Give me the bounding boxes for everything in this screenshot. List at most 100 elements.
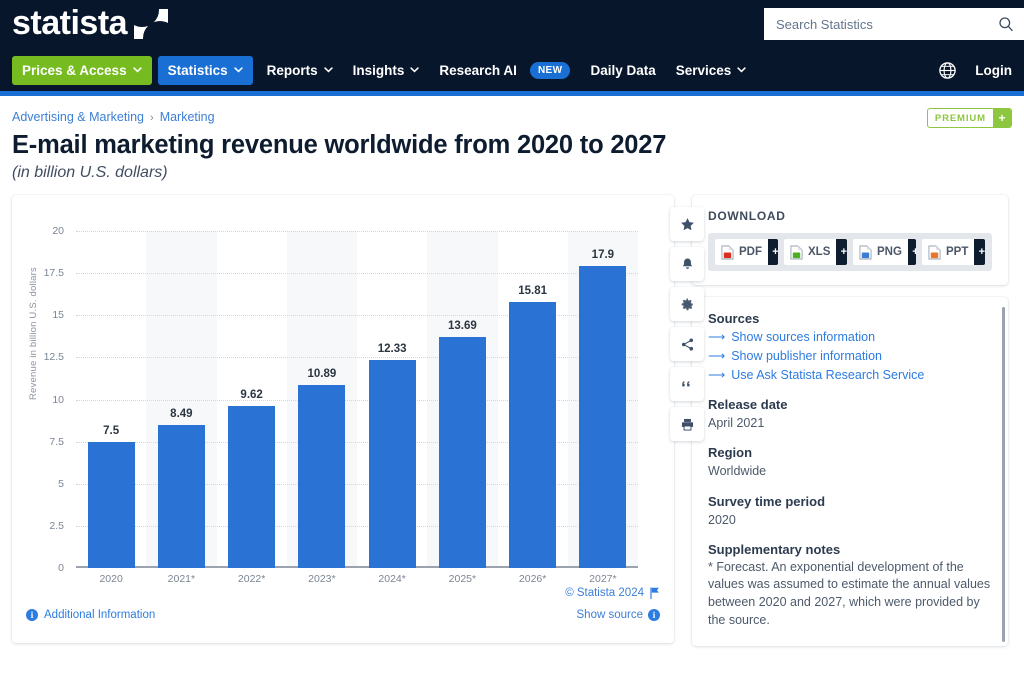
link-label: Use Ask Statista Research Service (731, 366, 924, 385)
chart-bar-value-label: 7.5 (76, 425, 146, 437)
chart-bar[interactable] (298, 385, 345, 568)
show-sources-information-link[interactable]: ⟶ Show sources information (708, 328, 992, 347)
premium-badge[interactable]: PREMIUM + (927, 108, 1012, 128)
download-button-pdf[interactable]: PDF+ (715, 239, 778, 265)
chart-tools-toolbar (670, 207, 704, 441)
xls-file-icon (790, 245, 803, 260)
nav-item-statistics[interactable]: Statistics (158, 56, 253, 85)
y-axis-tick-label: 12.5 (44, 351, 64, 363)
sources-heading: Sources (708, 311, 992, 326)
chart-bar-value-label: 12.33 (357, 343, 427, 355)
print-icon[interactable] (670, 407, 704, 441)
chart-bar[interactable] (439, 337, 486, 568)
info-icon[interactable]: i (648, 609, 660, 621)
chart-bar[interactable] (228, 406, 275, 568)
nav-item-label: Prices & Access (22, 63, 127, 78)
show-source-link[interactable]: Show source i (577, 609, 660, 621)
nav-item-services[interactable]: Services (666, 56, 757, 85)
chart-bar-column[interactable]: 17.9 (568, 231, 638, 568)
link-label: Show publisher information (731, 347, 882, 366)
download-button-label: PPT (946, 246, 968, 258)
download-button-plus[interactable]: + (768, 239, 778, 265)
breadcrumb: Advertising & Marketing › Marketing (12, 110, 1012, 124)
link-label: Show sources information (731, 328, 875, 347)
chart-bar-value-label: 13.69 (427, 320, 497, 332)
additional-information-link[interactable]: i Additional Information (26, 609, 155, 621)
png-file-icon (859, 245, 872, 260)
chart-bar-column[interactable]: 10.89 (287, 231, 357, 568)
chart-bar[interactable] (579, 266, 626, 568)
chart-bar[interactable] (158, 425, 205, 568)
region-label: Region (708, 445, 992, 460)
statista-logo[interactable]: statista (12, 6, 168, 40)
search-icon[interactable] (998, 16, 1014, 32)
nav-item-label: Insights (353, 63, 405, 78)
chart-bar-column[interactable]: 12.33 (357, 231, 427, 568)
download-card: DOWNLOAD PDF+XLS+PNG+PPT+ (692, 195, 1008, 285)
chart-bar-column[interactable]: 7.5 (76, 231, 146, 568)
chart-bar-column[interactable]: 13.69 (427, 231, 497, 568)
nav-right-group: Login (938, 61, 1024, 80)
nav-item-reports[interactable]: Reports (257, 56, 343, 85)
ask-statista-research-service-link[interactable]: ⟶ Use Ask Statista Research Service (708, 366, 992, 385)
chevron-down-icon (410, 67, 419, 73)
sidebar: DOWNLOAD PDF+XLS+PNG+PPT+ Sources ⟶ Show… (674, 195, 1008, 646)
chart-bar[interactable] (509, 302, 556, 568)
premium-badge-plus[interactable]: + (993, 109, 1011, 127)
download-button-ppt[interactable]: PPT + (922, 239, 985, 265)
share-icon[interactable] (670, 327, 704, 361)
statista-logo-mark-icon (134, 9, 168, 39)
chart-card: 02.557.51012.51517.520 Revenue in billio… (12, 195, 674, 643)
citation-quote-icon[interactable] (670, 367, 704, 401)
chevron-down-icon (234, 67, 243, 73)
download-button-xls[interactable]: XLS + (784, 239, 847, 265)
show-publisher-information-link[interactable]: ⟶ Show publisher information (708, 347, 992, 366)
y-axis-tick-label: 15 (52, 309, 64, 321)
chart-bar-column[interactable]: 8.49 (146, 231, 216, 568)
release-date-label: Release date (708, 397, 992, 412)
nav-item-research-ai[interactable]: Research AI NEW (429, 55, 580, 86)
download-button-png[interactable]: PNG+ (853, 239, 916, 265)
download-button-plus[interactable]: + (974, 239, 985, 265)
download-buttons-row: PDF+XLS+PNG+PPT+ (708, 233, 992, 271)
y-axis-title: Revenue in billion U.S. dollars (28, 267, 39, 400)
sidebar-scrollbar[interactable] (1002, 307, 1005, 642)
download-button-plus[interactable]: + (836, 239, 847, 265)
nav-item-insights[interactable]: Insights (343, 56, 430, 85)
nav-item-label: Statistics (168, 63, 228, 78)
notification-bell-icon[interactable] (670, 247, 704, 281)
download-button-label: XLS (808, 246, 830, 258)
arrow-right-icon: ⟶ (708, 328, 725, 346)
chart-bar-column[interactable]: 15.81 (498, 231, 568, 568)
page-title: E-mail marketing revenue worldwide from … (12, 131, 1012, 160)
y-axis-tick-label: 5 (58, 478, 64, 490)
chart-bar-value-label: 9.62 (217, 389, 287, 401)
chart-bar-value-label: 15.81 (498, 285, 568, 297)
settings-gear-icon[interactable] (670, 287, 704, 321)
arrow-right-icon: ⟶ (708, 366, 725, 384)
show-source-label: Show source (577, 609, 643, 621)
additional-information-label: Additional Information (44, 609, 155, 621)
flag-icon[interactable] (650, 587, 660, 599)
chart-bar-value-label: 8.49 (146, 408, 216, 420)
chevron-down-icon (324, 67, 333, 73)
copyright-notice: © Statista 2024 (565, 587, 660, 599)
globe-language-icon[interactable] (938, 61, 957, 80)
chart-bar[interactable] (88, 442, 135, 568)
chart-footer: © Statista 2024 Show source i i Addition… (12, 573, 674, 643)
breadcrumb-item-advertising-marketing[interactable]: Advertising & Marketing (12, 110, 144, 124)
login-button[interactable]: Login (975, 63, 1012, 78)
download-button-plus[interactable]: + (908, 239, 916, 265)
top-navigation-bar: statista Prices & Access Statistics Repo… (0, 0, 1024, 96)
search-box[interactable] (764, 8, 1024, 40)
favorite-star-icon[interactable] (670, 207, 704, 241)
info-icon[interactable]: i (26, 609, 38, 621)
search-input[interactable] (776, 17, 998, 32)
chart-bar[interactable] (369, 360, 416, 568)
nav-item-prices-access[interactable]: Prices & Access (12, 56, 152, 85)
breadcrumb-item-marketing[interactable]: Marketing (160, 110, 215, 124)
chart-bar-column[interactable]: 9.62 (217, 231, 287, 568)
nav-item-daily-data[interactable]: Daily Data (580, 56, 665, 85)
sources-card: Sources ⟶ Show sources information ⟶ Sho… (692, 297, 1008, 646)
release-date-value: April 2021 (708, 414, 992, 432)
